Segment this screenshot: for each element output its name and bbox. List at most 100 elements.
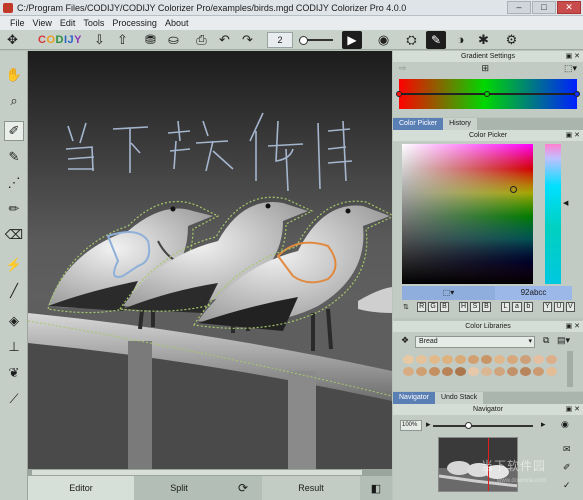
library-swatch[interactable] xyxy=(468,367,479,376)
zoom-in-icon[interactable]: ▸ xyxy=(541,419,546,430)
library-swatch[interactable] xyxy=(429,355,440,364)
mode-l[interactable]: L xyxy=(500,302,511,312)
gear-icon[interactable]: ⚙ xyxy=(503,31,520,48)
library-swatch[interactable] xyxy=(442,355,453,364)
tab-split[interactable]: Split xyxy=(134,476,224,500)
compare-icon[interactable]: ◧ xyxy=(360,476,392,500)
brush-size-field[interactable]: 2 xyxy=(267,31,293,48)
library-swatch[interactable] xyxy=(546,367,557,376)
library-swatch[interactable] xyxy=(546,355,557,364)
library-swatch[interactable] xyxy=(481,367,492,376)
hand-tool-icon[interactable]: ✋ xyxy=(4,65,24,85)
palette-icon[interactable]: ❖ xyxy=(401,335,409,346)
eraser-mode-icon[interactable]: ✎ xyxy=(426,30,446,49)
mode-v[interactable]: V xyxy=(565,302,576,312)
tab-undo-stack[interactable]: Undo Stack xyxy=(434,392,484,404)
zoom-select[interactable]: 100% xyxy=(400,420,422,431)
refresh-icon[interactable]: ⟳ xyxy=(224,476,262,500)
color-mode-icon[interactable]: ◑ xyxy=(452,31,469,48)
tab-color-picker[interactable]: Color Picker xyxy=(393,118,444,130)
editor-canvas[interactable] xyxy=(28,51,392,469)
gradient-stop-middle[interactable] xyxy=(484,91,490,97)
library-swatch[interactable] xyxy=(481,355,492,364)
eraser-tool-icon[interactable]: ⌫ xyxy=(4,225,24,245)
fill-tool-icon[interactable]: ◈ xyxy=(4,311,24,331)
library-scrollbar[interactable] xyxy=(567,351,573,387)
zoom-out-icon[interactable]: ▸ xyxy=(426,419,431,430)
library-swatch[interactable] xyxy=(455,367,466,376)
line-tool-icon[interactable]: ╱ xyxy=(4,281,24,301)
menu-file[interactable]: File xyxy=(10,18,25,28)
library-swatch[interactable] xyxy=(429,367,440,376)
library-swatch[interactable] xyxy=(507,367,518,376)
mode-s[interactable]: S xyxy=(470,302,480,312)
play-icon[interactable]: ▶ xyxy=(342,30,362,49)
redo-icon[interactable]: ↷ xyxy=(239,31,256,48)
tab-editor[interactable]: Editor xyxy=(28,476,134,500)
import-icon[interactable]: ⇩ xyxy=(91,31,108,48)
library-swatch[interactable] xyxy=(403,367,414,376)
minimize-button[interactable]: – xyxy=(507,1,531,14)
menu-edit[interactable]: Edit xyxy=(60,18,76,28)
menu-processing[interactable]: Processing xyxy=(112,18,157,28)
gradient-arrow-icon[interactable]: ⇨ xyxy=(399,63,407,74)
print-icon[interactable]: ⎙ xyxy=(193,31,210,48)
star-icon[interactable]: ✱ xyxy=(475,31,492,48)
pattern-brush-icon[interactable]: ⋰ xyxy=(4,173,24,193)
gradient-add-icon[interactable]: ⊞ xyxy=(481,63,489,74)
library-swatch[interactable] xyxy=(494,367,505,376)
zoom-slider[interactable] xyxy=(433,422,533,429)
maximize-button[interactable]: □ xyxy=(532,1,556,14)
mode-g[interactable]: G xyxy=(428,302,438,312)
library-swatch[interactable] xyxy=(416,367,427,376)
tab-navigator[interactable]: Navigator xyxy=(393,392,435,404)
menu-about[interactable]: About xyxy=(165,18,189,28)
gradient-stop-start[interactable] xyxy=(396,91,402,97)
undo-icon[interactable]: ↶ xyxy=(216,31,233,48)
open-icon[interactable]: ⛃ xyxy=(142,31,159,48)
library-swatch[interactable] xyxy=(468,355,479,364)
magic-line-icon[interactable]: ⚡ xyxy=(4,255,24,275)
menu-view[interactable]: View xyxy=(33,18,52,28)
library-swatch[interactable] xyxy=(455,355,466,364)
tab-history[interactable]: History xyxy=(443,118,477,130)
library-swatch[interactable] xyxy=(403,355,414,364)
brush-size-slider[interactable] xyxy=(299,35,333,45)
library-menu-icon[interactable]: ▤▾ xyxy=(557,335,570,346)
library-swatch[interactable] xyxy=(494,355,505,364)
hue-slider[interactable] xyxy=(545,144,561,284)
library-swatch[interactable] xyxy=(507,355,518,364)
move-icon[interactable]: ✥ xyxy=(4,31,21,48)
scrollbar-thumb[interactable] xyxy=(32,470,362,475)
settings-icon[interactable]: ⛭ xyxy=(403,31,420,48)
tab-result[interactable]: Result xyxy=(262,476,360,500)
mode-h[interactable]: H xyxy=(458,302,469,312)
mode-a[interactable]: a xyxy=(512,302,522,312)
mode-b2[interactable]: B xyxy=(481,302,492,312)
stamp-tool-icon[interactable]: ⊥ xyxy=(4,337,24,357)
library-swatch[interactable] xyxy=(416,355,427,364)
canvas-horizontal-scrollbar[interactable] xyxy=(28,469,392,476)
library-select[interactable]: Bread ▾ xyxy=(415,336,535,348)
library-swatch[interactable] xyxy=(533,367,544,376)
mode-r[interactable]: R xyxy=(416,302,427,312)
mode-lab-b[interactable]: b xyxy=(523,302,534,312)
check-icon[interactable]: ✓ xyxy=(563,480,571,491)
close-button[interactable]: ✕ xyxy=(557,1,581,14)
hue-slider-arrow-icon[interactable]: ◀ xyxy=(563,199,568,207)
gradient-stop-end[interactable] xyxy=(574,91,580,97)
brush-preview-icon[interactable]: ✐ xyxy=(563,462,571,473)
save-icon[interactable]: ⛀ xyxy=(165,31,182,48)
color-selector-ring[interactable] xyxy=(510,186,517,193)
mode-y[interactable]: Y xyxy=(542,302,553,312)
pencil-tool-icon[interactable]: ✏ xyxy=(4,199,24,219)
library-swatch[interactable] xyxy=(442,367,453,376)
library-swatch[interactable] xyxy=(533,355,544,364)
hex-value[interactable]: 92abcc xyxy=(495,286,572,300)
color-sliders-icon[interactable]: ⇅ xyxy=(403,303,409,311)
menu-tools[interactable]: Tools xyxy=(83,18,104,28)
copy-icon[interactable]: ⧉ xyxy=(543,335,549,346)
library-swatch[interactable] xyxy=(520,367,531,376)
preview-eye-icon[interactable]: ◉ xyxy=(561,419,569,430)
eyedropper-icon[interactable]: ⟋ xyxy=(4,389,24,409)
